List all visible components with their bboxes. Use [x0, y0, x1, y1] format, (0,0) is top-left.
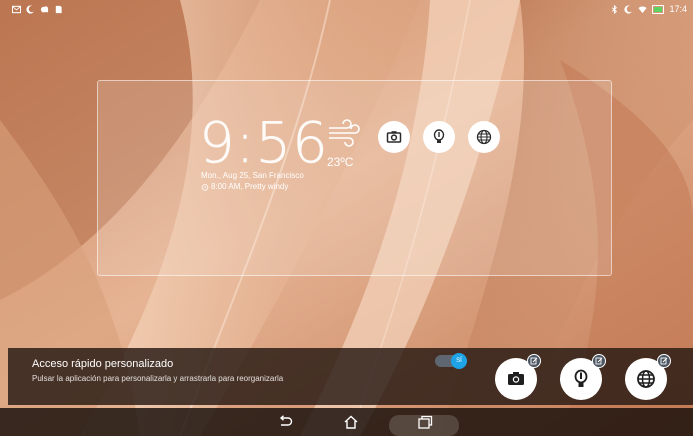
edit-icon	[530, 357, 538, 365]
date-location: Mon., Aug 25, San Francisco	[201, 171, 304, 180]
globe-icon	[476, 129, 492, 145]
quick-access-toggle[interactable]: SÍ	[435, 353, 467, 369]
edit-icon	[595, 357, 603, 365]
widget-clock[interactable]: 9:56	[199, 113, 329, 174]
back-button[interactable]	[276, 414, 294, 430]
sd-card-icon	[54, 5, 63, 14]
widget-camera-button[interactable]	[378, 121, 410, 153]
bluetooth-icon	[610, 4, 619, 14]
moon-icon	[624, 4, 633, 14]
recents-icon	[418, 415, 433, 429]
quick-access-title: Acceso rápido personalizado	[32, 358, 174, 370]
wifi-icon	[638, 5, 648, 14]
flashlight-icon	[433, 129, 445, 143]
back-icon	[279, 415, 293, 426]
wind-icon	[329, 119, 360, 147]
camera-icon	[386, 131, 402, 143]
alarm-row[interactable]: 8:00 AM, Pretty windy	[201, 182, 288, 191]
clock-weather-widget[interactable]: 9:56 23ºC Mon., Aug 25, San Francisco 8:…	[97, 80, 612, 276]
home-icon	[344, 415, 358, 429]
home-button[interactable]	[342, 414, 360, 430]
moon-icon	[26, 4, 35, 14]
recents-button[interactable]	[416, 414, 434, 430]
message-icon	[12, 5, 21, 14]
widget-browser-button[interactable]	[468, 121, 500, 153]
alarm-text: 8:00 AM, Pretty windy	[211, 182, 289, 191]
quick-access-subtitle: Pulsar la aplicación para personalizarla…	[32, 374, 284, 383]
quick-access-camera-button[interactable]	[495, 354, 541, 400]
toggle-knob: SÍ	[451, 353, 467, 369]
camera-icon	[508, 372, 524, 385]
flashlight-icon	[574, 369, 588, 387]
battery-icon	[652, 4, 665, 14]
status-bar: 17:4	[0, 0, 693, 18]
cloud-icon	[40, 5, 49, 14]
status-time: 17:4	[669, 4, 687, 14]
widget-flashlight-button[interactable]	[423, 121, 455, 153]
temperature: 23ºC	[327, 155, 354, 169]
edit-icon	[660, 357, 668, 365]
quick-access-browser-button[interactable]	[625, 354, 671, 400]
edit-badge[interactable]	[657, 354, 671, 368]
edit-badge[interactable]	[527, 354, 541, 368]
edit-badge[interactable]	[592, 354, 606, 368]
quick-access-flashlight-button[interactable]	[560, 354, 606, 400]
navigation-bar	[0, 408, 693, 436]
globe-icon	[637, 370, 655, 388]
alarm-clock-icon	[201, 183, 209, 191]
